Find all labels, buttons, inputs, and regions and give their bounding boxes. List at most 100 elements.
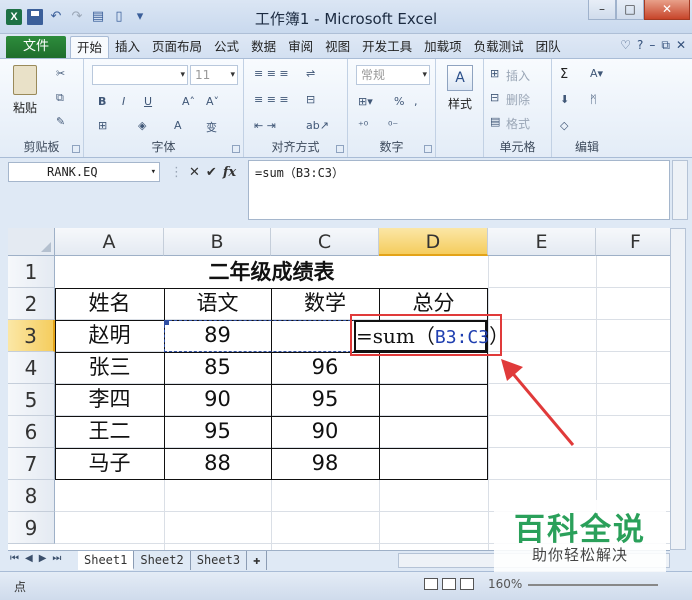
row-header-9[interactable]: 9	[8, 512, 55, 544]
styles-button[interactable]: A 样式	[440, 65, 480, 112]
vertical-scrollbar[interactable]	[670, 228, 686, 550]
tab-data[interactable]: 数据	[245, 36, 282, 58]
column-header-e[interactable]: E	[488, 228, 596, 256]
clipboard-launcher-icon[interactable]	[72, 145, 80, 153]
cut-icon[interactable]: ✂	[56, 67, 65, 80]
comma-icon[interactable]: ,	[414, 95, 418, 108]
maximize-button[interactable]: □	[616, 0, 644, 20]
insert-cells-label[interactable]: 插入	[506, 67, 530, 84]
zoom-level[interactable]: 160%	[488, 577, 522, 591]
bold-button[interactable]: B	[98, 95, 106, 108]
format-painter-icon[interactable]: ✎	[56, 115, 65, 128]
tab-page-layout[interactable]: 页面布局	[146, 36, 208, 58]
delete-cells-icon[interactable]: ⊟	[490, 91, 499, 104]
format-cells-label[interactable]: 格式	[506, 115, 530, 132]
formula-bar-scrollbar[interactable]	[672, 160, 688, 220]
number-format-select[interactable]: 常规 ▾	[356, 65, 430, 85]
cell-math[interactable]: 90	[271, 416, 379, 447]
wrap-text-icon[interactable]: ⇌	[306, 67, 315, 80]
tab-developer[interactable]: 开发工具	[356, 36, 418, 58]
align-top-icon[interactable]: ≡ ≡ ≡	[254, 67, 289, 80]
cell-name[interactable]: 张三	[55, 352, 164, 383]
format-cells-icon[interactable]: ▤	[490, 115, 500, 128]
sheet-tab-3[interactable]: Sheet3	[190, 551, 248, 570]
tab-formulas[interactable]: 公式	[208, 36, 245, 58]
cell-chinese[interactable]: 90	[164, 384, 271, 415]
sort-filter-icon[interactable]: A▾	[590, 67, 603, 80]
header-cell-chinese[interactable]: 语文	[164, 288, 271, 319]
tab-team[interactable]: 团队	[530, 36, 567, 58]
row-header-2[interactable]: 2	[8, 288, 55, 320]
row-header-8[interactable]: 8	[8, 480, 55, 512]
tab-load-test[interactable]: 负载测试	[468, 36, 530, 58]
column-header-d[interactable]: D	[379, 228, 488, 256]
cell-math[interactable]: 98	[271, 448, 379, 479]
workbook-restore-icon[interactable]: ⧉	[661, 38, 670, 53]
font-name-select[interactable]: ▾	[92, 65, 188, 85]
tab-view[interactable]: 视图	[319, 36, 356, 58]
paste-button[interactable]: 粘贴	[8, 65, 42, 116]
workbook-close-icon[interactable]: ✕	[676, 38, 686, 53]
fill-icon[interactable]: ⬇	[560, 93, 569, 106]
formula-input[interactable]: =sum（B3:C3）	[248, 160, 670, 220]
sheet-tab-1[interactable]: Sheet1	[78, 551, 135, 570]
sheet-tab-2[interactable]: Sheet2	[134, 551, 191, 570]
enter-icon[interactable]: ✔	[206, 165, 217, 180]
row-header-6[interactable]: 6	[8, 416, 55, 448]
prev-sheet-icon[interactable]: ◀	[25, 553, 33, 564]
close-button[interactable]: ✕	[644, 0, 690, 20]
cell-chinese[interactable]: 88	[164, 448, 271, 479]
cell-name[interactable]: 马子	[55, 448, 164, 479]
column-header-a[interactable]: A	[55, 228, 164, 256]
tab-review[interactable]: 审阅	[282, 36, 319, 58]
next-sheet-icon[interactable]: ▶	[39, 553, 47, 564]
decrease-indent-icon[interactable]: ⇤ ⇥	[254, 119, 276, 132]
currency-icon[interactable]: ⊞▾	[358, 95, 373, 108]
borders-icon[interactable]: ⊞	[98, 119, 107, 132]
cell-math[interactable]: 95	[271, 384, 379, 415]
tab-add-ins[interactable]: 加载项	[418, 36, 468, 58]
cancel-icon[interactable]: ✕	[189, 165, 200, 180]
font-launcher-icon[interactable]	[232, 145, 240, 153]
merge-center-icon[interactable]: ⊟	[306, 93, 315, 106]
row-header-4[interactable]: 4	[8, 352, 55, 384]
find-select-icon[interactable]: ᛗ	[590, 93, 597, 106]
insert-cells-icon[interactable]: ⊞	[490, 67, 499, 80]
column-header-b[interactable]: B	[164, 228, 271, 256]
phonetic-guide-button[interactable]: 变	[206, 119, 217, 135]
row-header-5[interactable]: 5	[8, 384, 55, 416]
autosum-icon[interactable]: Σ	[560, 67, 568, 82]
number-launcher-icon[interactable]	[424, 145, 432, 153]
minimize-button[interactable]: –	[588, 0, 616, 20]
cell-chinese[interactable]: 95	[164, 416, 271, 447]
cell-name[interactable]: 赵明	[55, 320, 164, 351]
alignment-launcher-icon[interactable]	[336, 145, 344, 153]
italic-button[interactable]: I	[122, 95, 125, 108]
row-header-3[interactable]: 3	[8, 320, 55, 352]
page-break-view-icon[interactable]	[460, 578, 474, 590]
tab-file[interactable]: 文件	[6, 36, 66, 58]
increase-decimal-icon[interactable]: ⁺⁰	[358, 119, 368, 132]
table-title-cell[interactable]: 二年级成绩表	[55, 256, 488, 288]
shrink-font-button[interactable]: A˅	[206, 95, 219, 108]
percent-button[interactable]: %	[394, 95, 404, 108]
font-color-icon[interactable]: A	[174, 119, 182, 132]
last-sheet-icon[interactable]: ⏭	[52, 553, 61, 564]
heart-icon[interactable]: ♡	[620, 38, 631, 53]
normal-view-icon[interactable]	[424, 578, 438, 590]
insert-sheet-icon[interactable]: ✚	[247, 551, 268, 570]
delete-cells-label[interactable]: 删除	[506, 91, 530, 108]
font-size-select[interactable]: 11 ▾	[190, 65, 238, 85]
cell-name[interactable]: 王二	[55, 416, 164, 447]
workbook-minimize-icon[interactable]: –	[649, 38, 655, 53]
cell-math[interactable]: 96	[271, 352, 379, 383]
name-box[interactable]: RANK.EQ ▾	[8, 162, 160, 182]
page-layout-view-icon[interactable]	[442, 578, 456, 590]
fill-color-icon[interactable]: ◈	[138, 119, 146, 132]
insert-function-icon[interactable]: fx	[223, 165, 236, 180]
help-icon[interactable]: ?	[637, 38, 643, 53]
column-header-f[interactable]: F	[596, 228, 670, 256]
first-sheet-icon[interactable]: ⏮	[10, 553, 19, 564]
zoom-slider[interactable]	[528, 584, 658, 586]
copy-icon[interactable]: ⧉	[56, 91, 64, 105]
